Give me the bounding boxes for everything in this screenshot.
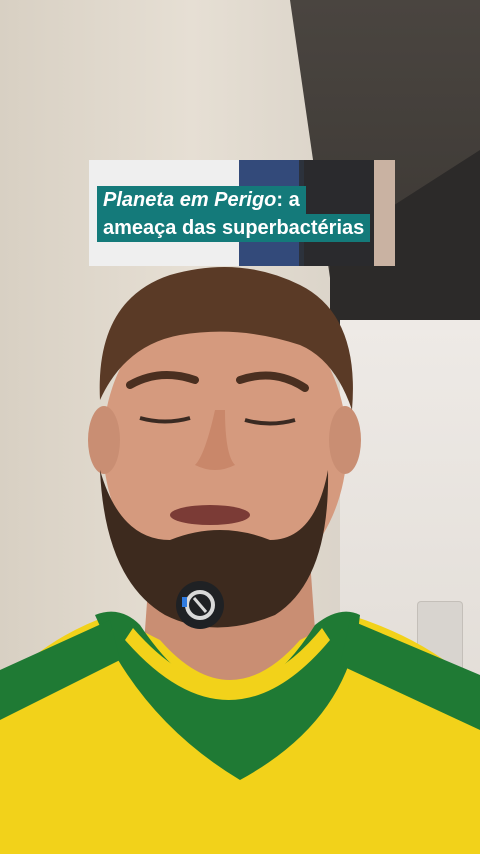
ear-right (329, 406, 361, 474)
mouth (170, 505, 250, 525)
presenter (0, 267, 480, 854)
ear-left (88, 406, 120, 474)
video-frame: Planeta em Perigo: a ameaça das superbac… (0, 0, 480, 854)
lapel-microphone-icon (176, 581, 224, 629)
